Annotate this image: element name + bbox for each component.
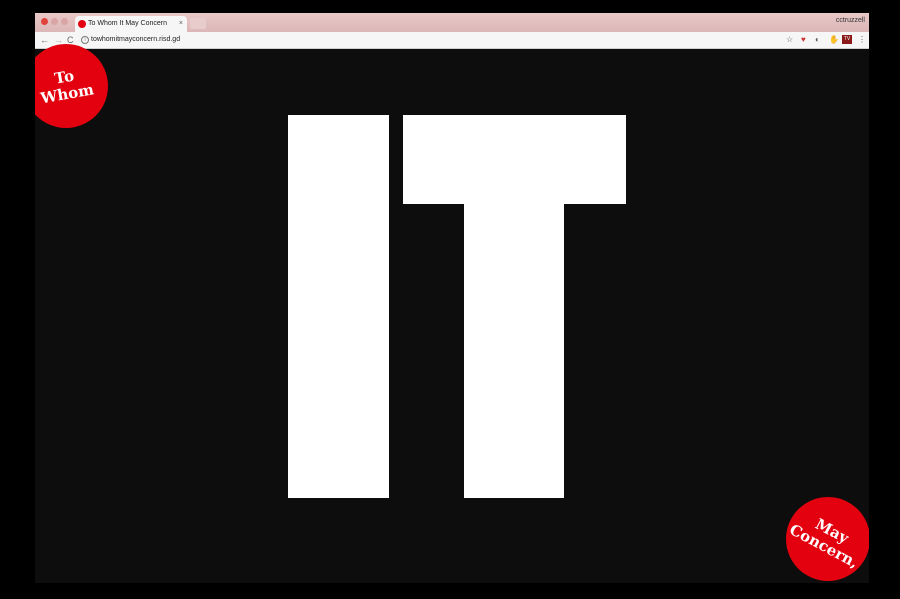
new-tab-button[interactable]: [190, 18, 206, 29]
tab-close-icon[interactable]: ×: [179, 16, 183, 32]
window-close-button[interactable]: [41, 18, 48, 25]
page-content: To Whom May Concern,: [35, 44, 869, 583]
bookmark-star-icon[interactable]: ☆: [786, 35, 793, 45]
address-bar-url[interactable]: towhomitmayconcern.risd.gd: [91, 34, 180, 46]
profile-name[interactable]: cctruzzell: [836, 17, 865, 24]
site-info-icon[interactable]: i: [81, 36, 89, 44]
tab-strip: To Whom It May Concern × cctruzzell: [35, 13, 869, 32]
dark-mode-extension-icon[interactable]: ◐: [815, 35, 820, 45]
browser-toolbar: ← → C i towhomitmayconcern.risd.gd ☆ ♥ ◐…: [35, 32, 869, 49]
badge-may-concern[interactable]: May Concern,: [786, 497, 869, 581]
browser-menu-icon[interactable]: ⋮: [858, 35, 866, 45]
hand-extension-icon[interactable]: ✋: [829, 35, 839, 45]
hero-letter-t-bar: [403, 115, 626, 204]
hero-letter-t-stem: [464, 204, 564, 498]
tv-extension-icon[interactable]: TV: [842, 35, 852, 44]
browser-window: To Whom It May Concern × cctruzzell ← → …: [35, 13, 869, 583]
favicon-icon: [78, 20, 86, 28]
back-arrow-icon[interactable]: ←: [40, 34, 49, 46]
tab-title: To Whom It May Concern: [88, 20, 167, 27]
pocket-extension-icon[interactable]: ♥: [801, 35, 806, 45]
badge-to-whom[interactable]: To Whom: [35, 44, 108, 128]
hero-letter-i: [288, 115, 389, 498]
tab-active[interactable]: To Whom It May Concern ×: [75, 16, 187, 32]
window-maximize-button[interactable]: [61, 18, 68, 25]
window-minimize-button[interactable]: [51, 18, 58, 25]
